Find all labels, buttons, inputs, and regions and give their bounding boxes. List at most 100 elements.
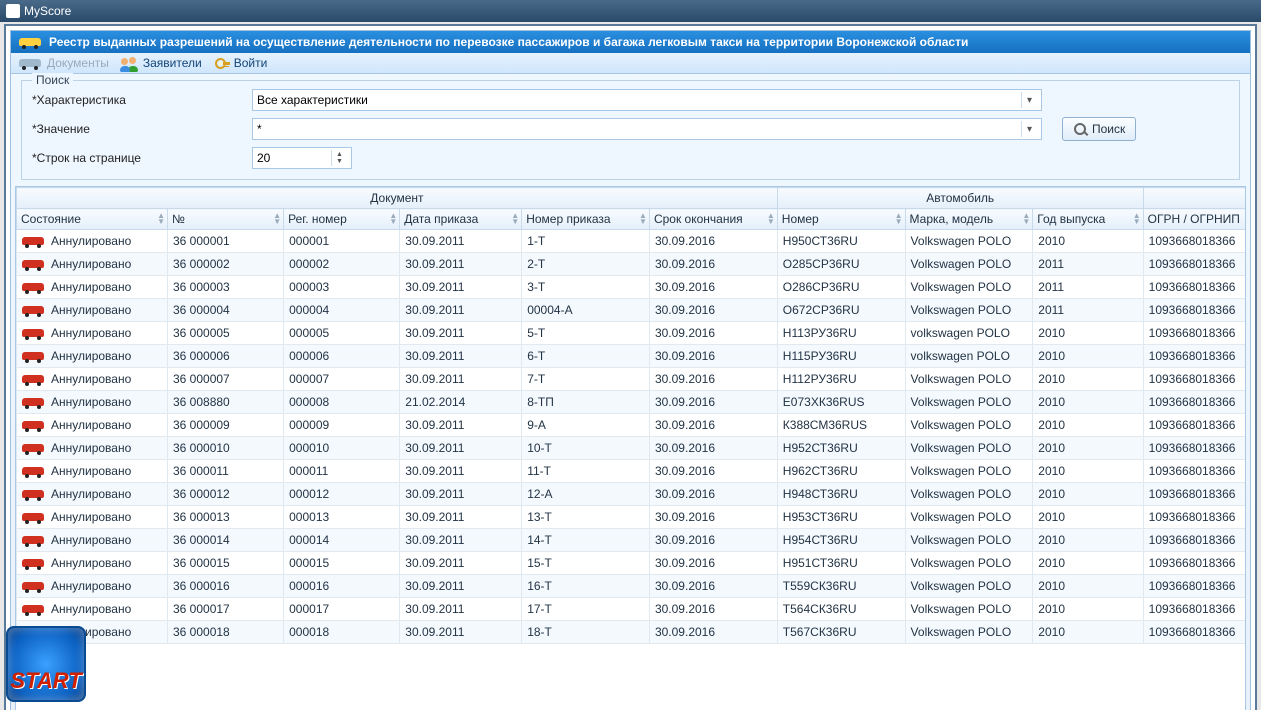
cell: 2010 — [1033, 552, 1143, 575]
cell: 30.09.2011 — [400, 552, 522, 575]
cell: 1093668018366 — [1143, 368, 1246, 391]
col-header[interactable]: Состояние▲▼ — [17, 209, 168, 230]
sort-icon: ▲▼ — [895, 213, 903, 225]
cell: 2010 — [1033, 575, 1143, 598]
cell: 30.09.2011 — [400, 437, 522, 460]
cell: Т559СК36RU — [777, 575, 905, 598]
rows-spinner[interactable]: 20 ▲▼ — [252, 147, 352, 169]
col-header[interactable]: Номер приказа▲▼ — [522, 209, 650, 230]
table-row[interactable]: Аннулировано36 00001100001130.09.201111-… — [17, 460, 1247, 483]
app-frame: Реестр выданных разрешений на осуществле… — [10, 30, 1251, 710]
cell: 30.09.2011 — [400, 414, 522, 437]
cell: 000001 — [284, 230, 400, 253]
start-badge[interactable]: START — [6, 626, 86, 702]
value-combo[interactable]: * — [252, 118, 1042, 140]
cell: 30.09.2011 — [400, 322, 522, 345]
col-group-document[interactable]: Документ — [17, 188, 778, 209]
char-select[interactable]: Все характеристики — [252, 89, 1042, 111]
table-row[interactable]: Аннулировано36 00000100000130.09.20111-Т… — [17, 230, 1247, 253]
table-row[interactable]: Аннулировано36 00001400001430.09.201114-… — [17, 529, 1247, 552]
toolbar-applicants[interactable]: Заявители — [121, 56, 202, 70]
search-button[interactable]: Поиск — [1062, 117, 1136, 141]
cell: volkswagen POLO — [905, 322, 1033, 345]
cell: Volkswagen POLO — [905, 276, 1033, 299]
header-ribbon: Реестр выданных разрешений на осуществле… — [11, 31, 1250, 53]
cell: 36 000002 — [167, 253, 283, 276]
cell: 9-А — [522, 414, 650, 437]
app-icon — [6, 4, 20, 18]
cell: Аннулировано — [17, 529, 168, 552]
table-row[interactable]: Аннулировано36 00001200001230.09.201112-… — [17, 483, 1247, 506]
table-row[interactable]: Аннулировано36 00000900000930.09.20119-А… — [17, 414, 1247, 437]
cell: 2010 — [1033, 322, 1143, 345]
cell: Volkswagen POLO — [905, 483, 1033, 506]
cell: 30.09.2011 — [400, 483, 522, 506]
search-legend: Поиск — [32, 73, 73, 87]
table-row[interactable]: Аннулировано36 00000500000530.09.20115-Т… — [17, 322, 1247, 345]
table-row[interactable]: Аннулировано36 00001000001030.09.201110-… — [17, 437, 1247, 460]
col-header[interactable]: Срок окончания▲▼ — [649, 209, 777, 230]
col-header[interactable]: Год выпуска▲▼ — [1033, 209, 1143, 230]
col-header[interactable]: Номер▲▼ — [777, 209, 905, 230]
table-row[interactable]: Аннулировано36 00888000000821.02.20148-Т… — [17, 391, 1247, 414]
cell: 000010 — [284, 437, 400, 460]
car-icon — [22, 281, 44, 293]
cell: 30.09.2011 — [400, 299, 522, 322]
cell: 2010 — [1033, 230, 1143, 253]
cell: Н962СТ36RU — [777, 460, 905, 483]
cell: 15-Т — [522, 552, 650, 575]
cell: 000006 — [284, 345, 400, 368]
col-header[interactable]: Марка, модель▲▼ — [905, 209, 1033, 230]
table-row[interactable]: Аннулировано36 00001500001530.09.201115-… — [17, 552, 1247, 575]
cell: 00004-А — [522, 299, 650, 322]
cell: 1093668018366 — [1143, 391, 1246, 414]
col-header[interactable]: Рег. номер▲▼ — [284, 209, 400, 230]
toolbar-login[interactable]: Войти — [214, 56, 268, 70]
table-row[interactable]: Аннулировано36 00001300001330.09.201113-… — [17, 506, 1247, 529]
cell: Аннулировано — [17, 552, 168, 575]
cell: 30.09.2011 — [400, 598, 522, 621]
cell: 1093668018366 — [1143, 414, 1246, 437]
table-row[interactable]: Аннулировано36 00000400000430.09.2011000… — [17, 299, 1247, 322]
cell: Н948СТ36RU — [777, 483, 905, 506]
cell: 30.09.2011 — [400, 460, 522, 483]
grid[interactable]: Документ Автомобиль Состояние▲▼№▲▼Рег. н… — [15, 186, 1246, 710]
cell: 2010 — [1033, 414, 1143, 437]
cell: 36 000014 — [167, 529, 283, 552]
table-row[interactable]: Аннулировано36 00000300000330.09.20113-Т… — [17, 276, 1247, 299]
car-icon — [22, 511, 44, 523]
cell: 000005 — [284, 322, 400, 345]
cell: 36 000009 — [167, 414, 283, 437]
cell: 2010 — [1033, 437, 1143, 460]
cell: 17-Т — [522, 598, 650, 621]
cell: 5-Т — [522, 322, 650, 345]
col-group-empty — [1143, 188, 1246, 209]
cell: 30.09.2011 — [400, 253, 522, 276]
status-text: Аннулировано — [51, 418, 131, 432]
status-text: Аннулировано — [51, 556, 131, 570]
car-icon — [22, 373, 44, 385]
car-icon — [22, 327, 44, 339]
cell: 30.09.2016 — [649, 483, 777, 506]
cell: 12-А — [522, 483, 650, 506]
col-header[interactable]: Дата приказа▲▼ — [400, 209, 522, 230]
car-icon — [22, 396, 44, 408]
table-row[interactable]: Аннулировано36 00001800001830.09.201118-… — [17, 621, 1247, 644]
col-group-auto[interactable]: Автомобиль — [777, 188, 1143, 209]
table-row[interactable]: Аннулировано36 00001700001730.09.201117-… — [17, 598, 1247, 621]
col-header[interactable]: ОГРН / ОГРНИП▲▼ — [1143, 209, 1246, 230]
table-row[interactable]: Аннулировано36 00001600001630.09.201116-… — [17, 575, 1247, 598]
cell: 2010 — [1033, 529, 1143, 552]
cell: 30.09.2016 — [649, 621, 777, 644]
table-row[interactable]: Аннулировано36 00000700000730.09.20117-Т… — [17, 368, 1247, 391]
status-text: Аннулировано — [51, 487, 131, 501]
car-icon — [22, 580, 44, 592]
col-header[interactable]: №▲▼ — [167, 209, 283, 230]
table-row[interactable]: Аннулировано36 00000600000630.09.20116-Т… — [17, 345, 1247, 368]
sort-icon: ▲▼ — [389, 213, 397, 225]
toolbar-documents[interactable]: Документы — [19, 56, 109, 70]
cell: 30.09.2011 — [400, 345, 522, 368]
table-row[interactable]: Аннулировано36 00000200000230.09.20112-Т… — [17, 253, 1247, 276]
sort-icon: ▲▼ — [1133, 213, 1141, 225]
cell: Н115РУ36RU — [777, 345, 905, 368]
